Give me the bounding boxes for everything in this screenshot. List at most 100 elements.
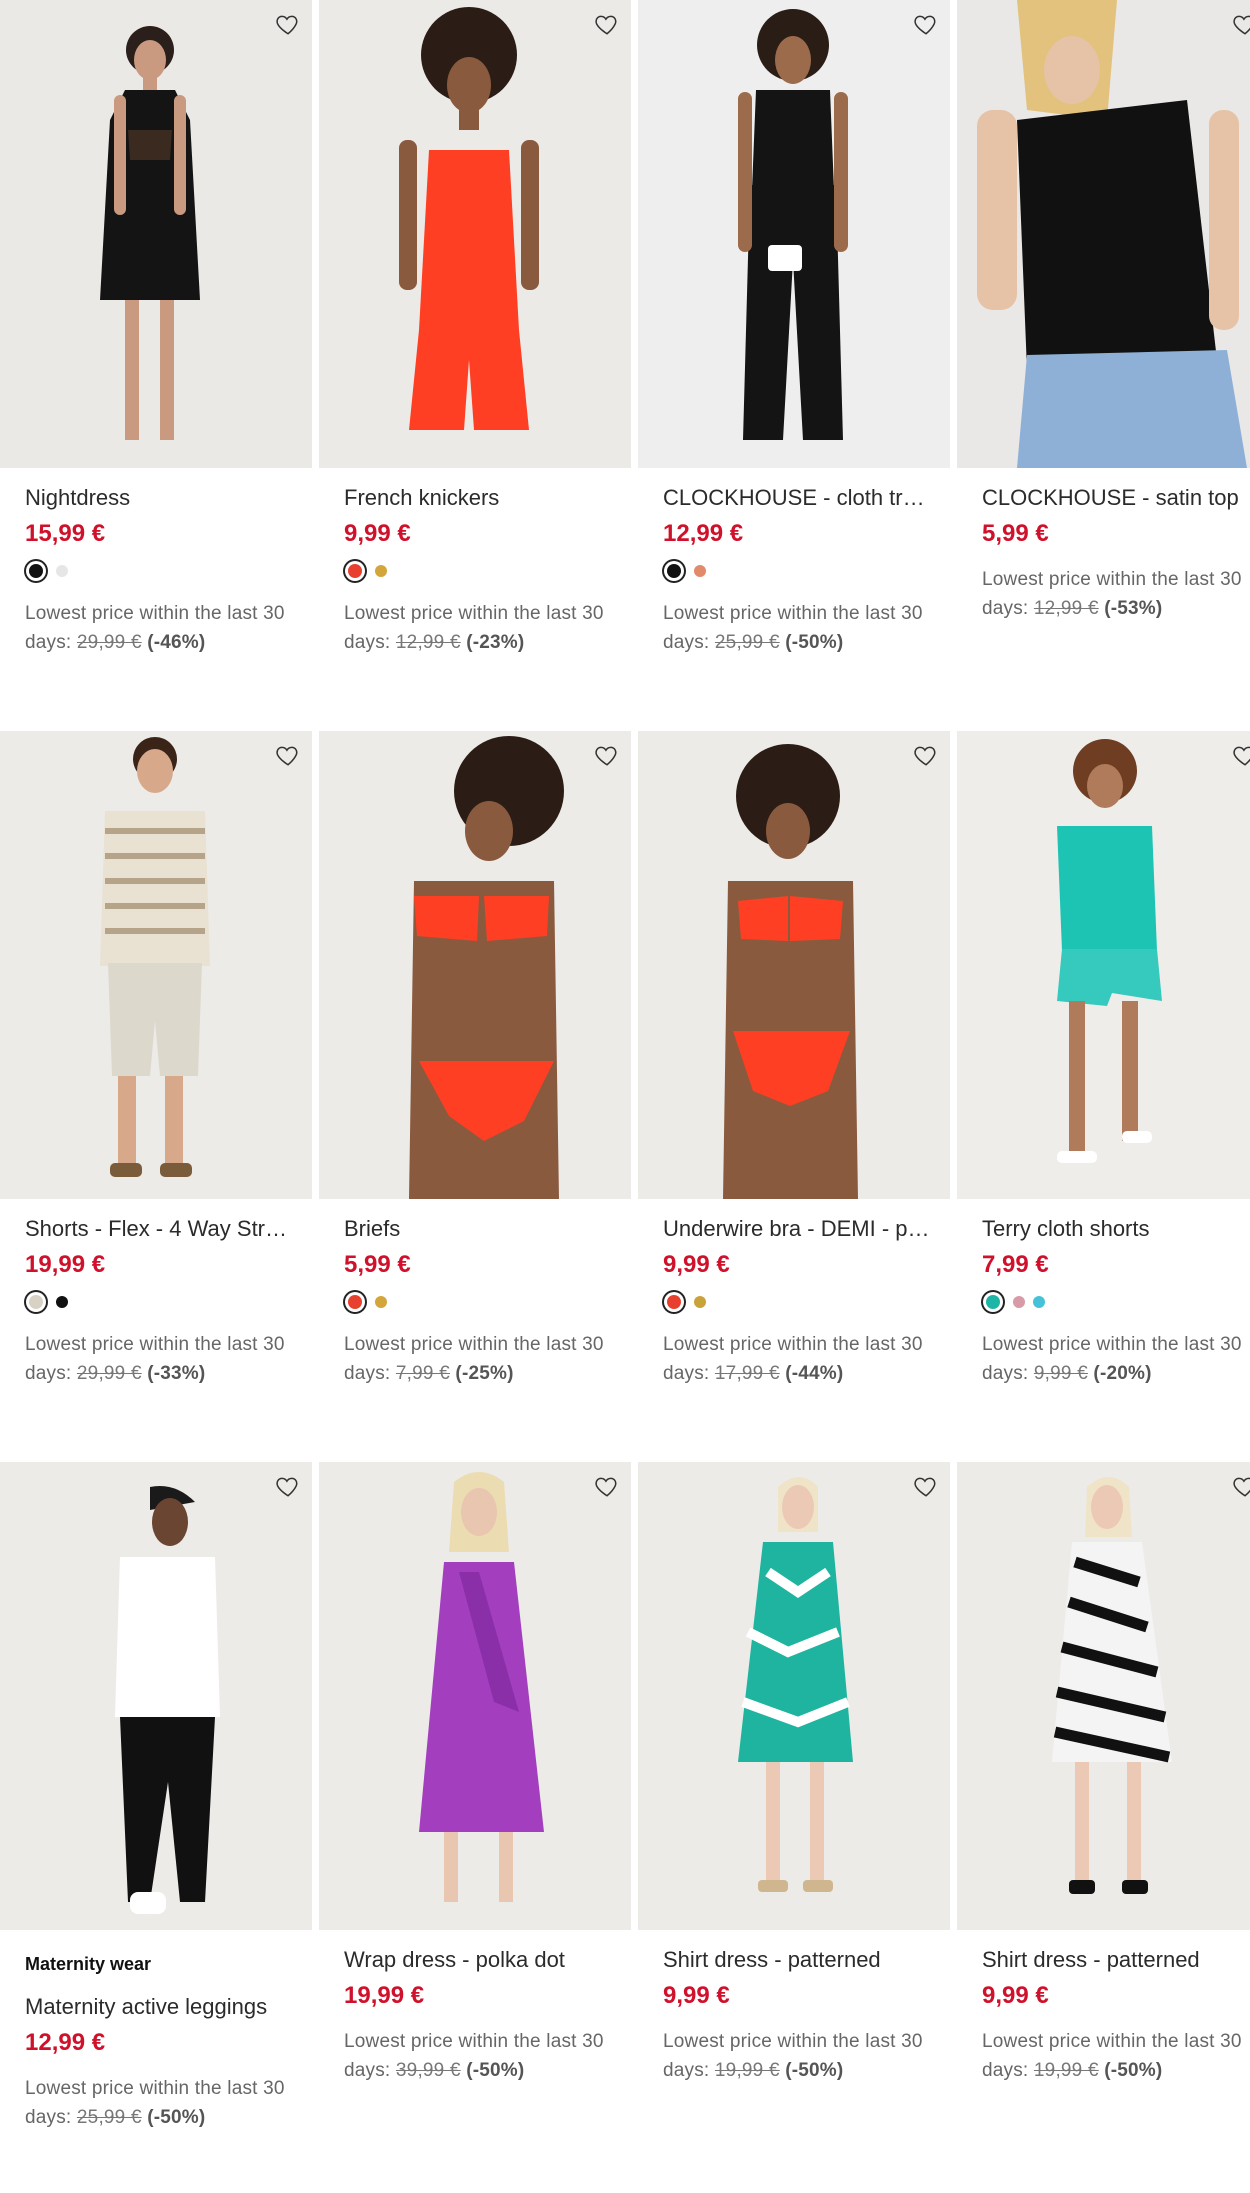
color-swatch[interactable]	[667, 564, 681, 578]
model-figure	[957, 731, 1250, 1199]
color-swatch[interactable]	[56, 565, 68, 577]
product-card[interactable]: French knickers 9,99 € Lowest price with…	[319, 0, 631, 731]
wishlist-heart-icon[interactable]	[593, 741, 621, 769]
color-swatches	[344, 559, 631, 583]
discount-percent: (-23%)	[466, 632, 525, 653]
product-image[interactable]	[638, 0, 950, 468]
lowest-price-note: Lowest price within the last 30 days: 29…	[25, 599, 300, 657]
lowest-price-note: Lowest price within the last 30 days: 25…	[663, 599, 938, 657]
color-swatch[interactable]	[29, 564, 43, 578]
color-swatches	[663, 559, 950, 583]
wishlist-heart-icon[interactable]	[274, 10, 302, 38]
category-flag: Maternity wear	[25, 1954, 152, 1974]
wishlist-heart-icon[interactable]	[912, 741, 940, 769]
wishlist-heart-icon[interactable]	[1231, 741, 1250, 769]
model-figure	[0, 0, 312, 468]
product-name[interactable]: Nightdress	[25, 484, 295, 512]
product-card[interactable]: Nightdress 15,99 € Lowest price within t…	[0, 0, 312, 731]
product-price: 19,99 €	[344, 1982, 425, 2009]
wishlist-heart-icon[interactable]	[593, 1472, 621, 1500]
wishlist-heart-icon[interactable]	[1231, 10, 1250, 38]
product-card[interactable]: Briefs 5,99 € Lowest price within the la…	[319, 731, 631, 1462]
lowest-price-note: Lowest price within the last 30 days: 25…	[25, 2074, 300, 2132]
color-swatch[interactable]	[375, 565, 387, 577]
product-price: 9,99 €	[663, 1982, 730, 2009]
product-image[interactable]	[319, 731, 631, 1199]
discount-percent: (-44%)	[785, 1363, 844, 1384]
product-info: CLOCKHOUSE - cloth trou... 12,99 € Lowes…	[638, 468, 950, 657]
discount-percent: (-25%)	[455, 1363, 514, 1384]
product-name[interactable]: Terry cloth shorts	[982, 1215, 1250, 1243]
product-name[interactable]: Shorts - Flex - 4 Way Stret...	[25, 1215, 295, 1243]
wishlist-heart-icon[interactable]	[912, 10, 940, 38]
old-price: 7,99 €	[395, 1363, 450, 1384]
product-image[interactable]	[0, 0, 312, 468]
product-image[interactable]	[319, 1462, 631, 1930]
color-swatch[interactable]	[375, 1296, 387, 1308]
old-price: 12,99 €	[395, 632, 461, 653]
product-card[interactable]: Shirt dress - patterned 9,99 € Lowest pr…	[638, 1462, 950, 2193]
discount-percent: (-20%)	[1093, 1363, 1152, 1384]
old-price: 25,99 €	[714, 632, 780, 653]
wishlist-heart-icon[interactable]	[274, 1472, 302, 1500]
wishlist-heart-icon[interactable]	[1231, 1472, 1250, 1500]
product-name[interactable]: Shirt dress - patterned	[663, 1946, 933, 1974]
wishlist-heart-icon[interactable]	[593, 10, 621, 38]
product-price: 15,99 €	[25, 520, 106, 547]
product-image[interactable]	[957, 0, 1250, 468]
product-name[interactable]: French knickers	[344, 484, 614, 512]
product-image[interactable]	[319, 0, 631, 468]
color-swatch[interactable]	[986, 1295, 1000, 1309]
product-image[interactable]	[957, 1462, 1250, 1930]
product-card[interactable]: CLOCKHOUSE - cloth trou... 12,99 € Lowes…	[638, 0, 950, 731]
product-card[interactable]: Shirt dress - patterned 9,99 € Lowest pr…	[957, 1462, 1250, 2193]
color-swatch[interactable]	[667, 1295, 681, 1309]
discount-percent: (-33%)	[147, 1363, 206, 1384]
product-name[interactable]: Underwire bra - DEMI - pa...	[663, 1215, 933, 1243]
discount-percent: (-50%)	[466, 2060, 525, 2081]
color-swatch[interactable]	[1033, 1296, 1045, 1308]
product-name[interactable]: Maternity active leggings	[25, 1993, 295, 2021]
product-price: 7,99 €	[982, 1251, 1049, 1278]
product-price: 12,99 €	[25, 2029, 106, 2056]
product-name[interactable]: Shirt dress - patterned	[982, 1946, 1250, 1974]
model-figure	[957, 0, 1250, 468]
product-info: Maternity wear Maternity active leggings…	[0, 1930, 312, 2132]
product-card[interactable]: Wrap dress - polka dot 19,99 € Lowest pr…	[319, 1462, 631, 2193]
product-card[interactable]: CLOCKHOUSE - satin top 5,99 € Lowest pri…	[957, 0, 1250, 731]
product-card[interactable]: Terry cloth shorts 7,99 € Lowest price w…	[957, 731, 1250, 1462]
product-card[interactable]: Maternity wear Maternity active leggings…	[0, 1462, 312, 2193]
product-image[interactable]	[0, 1462, 312, 1930]
color-swatches	[344, 1290, 631, 1314]
product-image[interactable]	[638, 731, 950, 1199]
product-name[interactable]: CLOCKHOUSE - cloth trou...	[663, 484, 933, 512]
color-swatches	[663, 1290, 950, 1314]
model-figure	[319, 1462, 631, 1930]
product-image[interactable]	[638, 1462, 950, 1930]
color-swatch[interactable]	[348, 1295, 362, 1309]
color-swatch[interactable]	[29, 1295, 43, 1309]
model-figure	[638, 731, 950, 1199]
product-info: Shorts - Flex - 4 Way Stret... 19,99 € L…	[0, 1199, 312, 1388]
product-image[interactable]	[0, 731, 312, 1199]
model-figure	[957, 1462, 1250, 1930]
color-swatches	[25, 559, 312, 583]
product-name[interactable]: Wrap dress - polka dot	[344, 1946, 614, 1974]
product-price: 9,99 €	[344, 520, 411, 547]
wishlist-heart-icon[interactable]	[274, 741, 302, 769]
product-card[interactable]: Underwire bra - DEMI - pa... 9,99 € Lowe…	[638, 731, 950, 1462]
wishlist-heart-icon[interactable]	[912, 1472, 940, 1500]
color-swatch[interactable]	[694, 1296, 706, 1308]
product-info: Underwire bra - DEMI - pa... 9,99 € Lowe…	[638, 1199, 950, 1388]
color-swatch[interactable]	[348, 564, 362, 578]
color-swatch[interactable]	[1013, 1296, 1025, 1308]
product-name[interactable]: Briefs	[344, 1215, 614, 1243]
color-swatch[interactable]	[694, 565, 706, 577]
old-price: 19,99 €	[714, 2060, 780, 2081]
color-swatch[interactable]	[56, 1296, 68, 1308]
product-name[interactable]: CLOCKHOUSE - satin top	[982, 484, 1250, 512]
product-image[interactable]	[957, 731, 1250, 1199]
product-card[interactable]: Shorts - Flex - 4 Way Stret... 19,99 € L…	[0, 731, 312, 1462]
model-figure	[638, 1462, 950, 1930]
old-price: 29,99 €	[76, 1363, 142, 1384]
